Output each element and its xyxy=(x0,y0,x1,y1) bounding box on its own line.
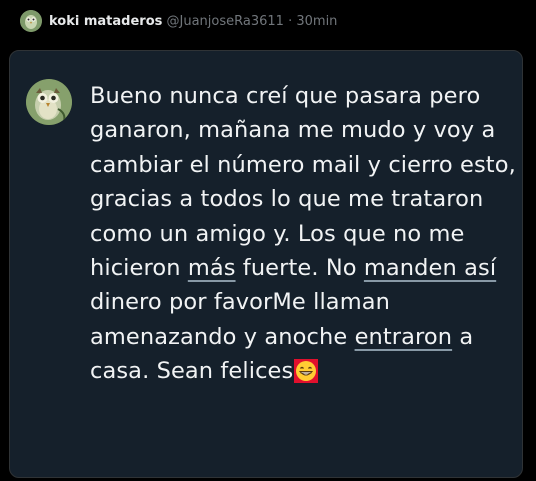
text-segment: como un amigo y. Los que no me xyxy=(90,220,465,247)
tweet-line: gracias a todos lo que me trataron xyxy=(90,182,515,216)
tweet-line: casa. Sean felices xyxy=(90,354,515,388)
grinning-face-emoji-icon xyxy=(294,359,319,384)
tweet-line: hicieron más fuerte. No manden así xyxy=(90,251,515,285)
handle[interactable]: @JuanjoseRa3611 xyxy=(167,14,284,29)
underlined-word[interactable]: entraron xyxy=(355,324,453,350)
text-segment: gracias a todos lo que me trataron xyxy=(90,186,484,213)
text-segment: dinero por favorMe llaman xyxy=(90,289,390,316)
tweet-line: cambiar el número mail y cierro esto, xyxy=(90,148,516,182)
tweet-line: ganaron, mañana me mudo y voy a xyxy=(90,113,515,147)
timestamp[interactable]: 30min xyxy=(296,14,337,29)
text-segment: cambiar el número mail y cierro esto, xyxy=(90,151,516,178)
tweet-line: amenazando y anoche entraron a xyxy=(90,320,515,354)
text-segment: fuerte. No xyxy=(235,255,364,282)
text-segment: casa. Sean felices xyxy=(90,358,294,385)
tweet-line: Bueno nunca creí que pasara pero xyxy=(90,79,515,113)
text-segment: ganaron, mañana me mudo y voy a xyxy=(90,117,496,144)
text-segment: Bueno nunca creí que pasara pero xyxy=(90,83,481,109)
underlined-word[interactable]: más xyxy=(188,255,236,281)
tweet-text: Bueno nunca creí que pasara pero ganaron… xyxy=(90,79,516,389)
tweet-header: koki mataderos @JuanjoseRa3611 · 30min xyxy=(0,0,536,44)
text-segment: amenazando y anoche xyxy=(90,323,355,350)
tweet-card: Bueno nunca creí que pasara pero ganaron… xyxy=(9,50,523,478)
owl-avatar-icon[interactable] xyxy=(26,79,72,125)
separator-dot: · xyxy=(288,14,293,29)
text-segment: hicieron xyxy=(90,255,188,282)
tweet-line: dinero por favorMe llaman xyxy=(90,285,515,319)
owl-avatar-icon[interactable] xyxy=(20,10,42,32)
text-segment: a xyxy=(452,323,474,350)
tweet-line: como un amigo y. Los que no me xyxy=(90,217,515,251)
author-line: koki mataderos @JuanjoseRa3611 · 30min xyxy=(49,12,337,32)
display-name[interactable]: koki mataderos xyxy=(49,14,162,29)
underlined-word[interactable]: manden así xyxy=(364,255,496,281)
